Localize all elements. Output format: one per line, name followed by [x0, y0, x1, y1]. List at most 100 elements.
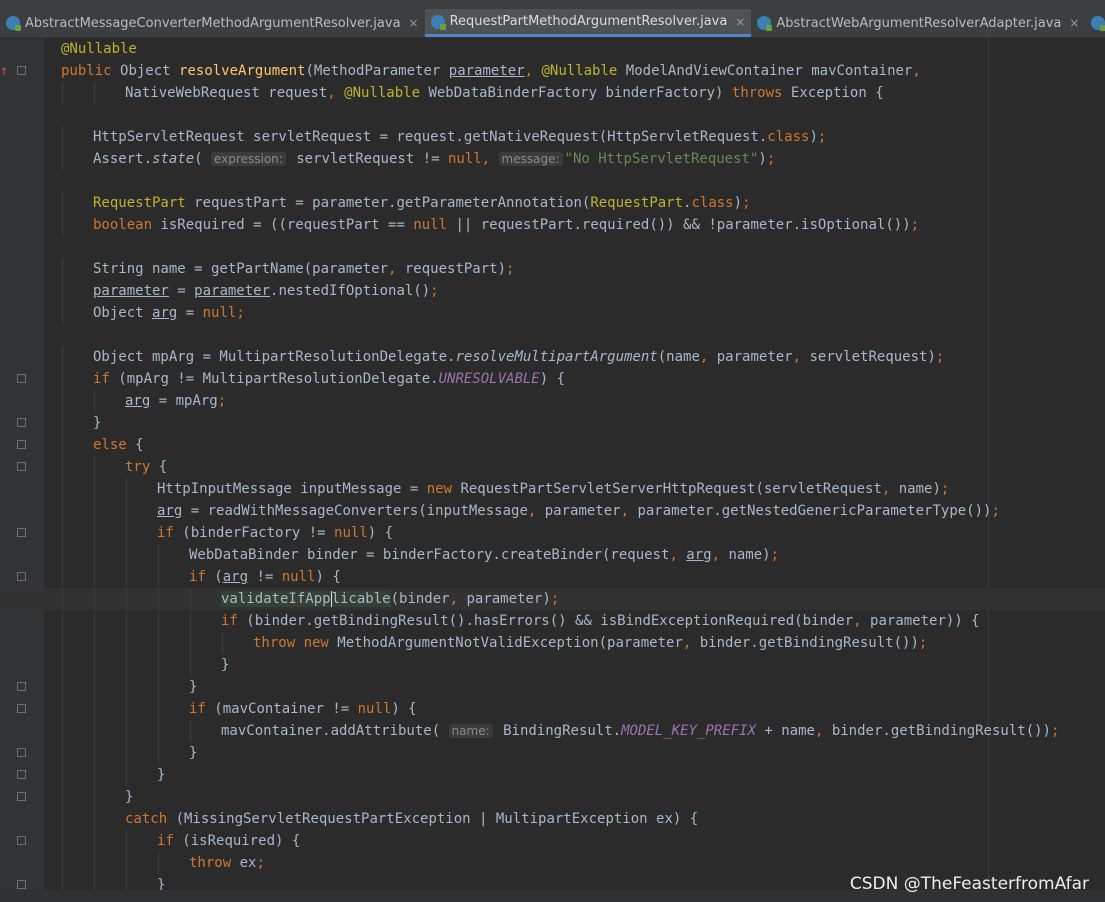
- code-line[interactable]: HttpServletRequest servletRequest = requ…: [0, 126, 1105, 148]
- code-token: }: [221, 657, 230, 673]
- code-line[interactable]: throw new MethodArgumentNotValidExceptio…: [0, 632, 1105, 654]
- indent-guide: [126, 720, 127, 742]
- code-line[interactable]: catch (MissingServletRequestPartExceptio…: [0, 808, 1105, 830]
- editor-tab[interactable]: AbstractNamedVa×: [1085, 9, 1105, 37]
- fold-toggle-icon[interactable]: [17, 440, 26, 449]
- code-line[interactable]: [0, 236, 1105, 258]
- indent-guide: [126, 632, 127, 654]
- indent-guide: [62, 148, 63, 170]
- fold-toggle-icon[interactable]: [17, 374, 26, 383]
- code-line[interactable]: }: [0, 742, 1105, 764]
- fold-toggle-icon[interactable]: [17, 770, 26, 779]
- code-editor[interactable]: @Nullable ↑ public Object resolveArgument(…: [0, 38, 1105, 890]
- code-token: = readWithMessageConverters(inputMessage: [182, 503, 528, 519]
- editor-tab[interactable]: RequestPartMethodArgumentResolver.java ×: [424, 9, 752, 37]
- indent-guide: [62, 610, 63, 632]
- watermark-text: CSDN @TheFeasterfromAfar: [849, 874, 1089, 894]
- indent-guide: [62, 632, 63, 654]
- indent-guide: [62, 456, 63, 478]
- close-icon[interactable]: ×: [735, 15, 745, 29]
- code-text: }: [221, 654, 229, 676]
- code-token: (MethodParameter: [305, 63, 449, 79]
- java-class-icon: [1091, 16, 1105, 31]
- code-line[interactable]: NativeWebRequest request, @Nullable WebD…: [0, 82, 1105, 104]
- code-token: arg: [157, 503, 183, 519]
- code-line[interactable]: arg = mpArg;: [0, 390, 1105, 412]
- code-line[interactable]: Object arg = null;: [0, 302, 1105, 324]
- code-token: ;: [770, 547, 780, 563]
- code-line[interactable]: RequestPart requestPart = parameter.getP…: [0, 192, 1105, 214]
- indent-guide: [62, 280, 63, 302]
- code-line[interactable]: }: [0, 676, 1105, 698]
- fold-toggle-icon[interactable]: [17, 572, 26, 581]
- code-text: public Object resolveArgument(MethodPara…: [61, 60, 921, 82]
- code-line[interactable]: [0, 170, 1105, 192]
- indent-guide: [94, 588, 95, 610]
- code-text: parameter = parameter.nestedIfOptional()…: [93, 280, 439, 302]
- indent-guide: [94, 852, 95, 874]
- override-marker-icon[interactable]: ↑: [0, 60, 8, 82]
- code-token: }: [189, 679, 198, 695]
- code-line[interactable]: [0, 104, 1105, 126]
- code-line[interactable]: if (mpArg != MultipartResolutionDelegate…: [0, 368, 1105, 390]
- fold-toggle-icon[interactable]: [17, 66, 26, 75]
- code-token: Object: [93, 305, 153, 321]
- code-line[interactable]: }: [0, 786, 1105, 808]
- code-token: binder.getBindingResult()): [699, 635, 919, 651]
- fold-toggle-icon[interactable]: [17, 836, 26, 845]
- indent-guide: [94, 654, 95, 676]
- code-line[interactable]: }: [0, 764, 1105, 786]
- code-text: if (mavContainer != null) {: [189, 698, 417, 720]
- code-line[interactable]: Assert.state( expression: servletRequest…: [0, 148, 1105, 170]
- fold-toggle-icon[interactable]: [17, 528, 26, 537]
- code-line[interactable]: if (isRequired) {: [0, 830, 1105, 852]
- fold-toggle-icon[interactable]: [17, 682, 26, 691]
- code-line[interactable]: @Nullable: [0, 38, 1105, 60]
- code-text: HttpServletRequest servletRequest = requ…: [93, 126, 826, 148]
- code-line[interactable]: arg = readWithMessageConverters(inputMes…: [0, 500, 1105, 522]
- editor-tab[interactable]: AbstractMessageConverterMethodArgumentRe…: [0, 9, 425, 37]
- code-line[interactable]: boolean isRequired = ((requestPart == nu…: [0, 214, 1105, 236]
- code-line[interactable]: if (binder.getBindingResult().hasErrors(…: [0, 610, 1105, 632]
- code-line[interactable]: [0, 324, 1105, 346]
- code-line[interactable]: HttpInputMessage inputMessage = new Requ…: [0, 478, 1105, 500]
- close-icon[interactable]: ×: [1069, 16, 1079, 30]
- fold-toggle-icon[interactable]: [17, 792, 26, 801]
- code-line[interactable]: if (mavContainer != null) {: [0, 698, 1105, 720]
- code-line[interactable]: validateIfApplicable(binder, parameter);: [0, 588, 1105, 610]
- code-token: parameter: [716, 349, 793, 365]
- indent-guide: [126, 654, 127, 676]
- fold-toggle-icon[interactable]: [17, 704, 26, 713]
- code-line[interactable]: String name = getPartName(parameter, req…: [0, 258, 1105, 280]
- code-line[interactable]: parameter = parameter.nestedIfOptional()…: [0, 280, 1105, 302]
- code-line[interactable]: Object mpArg = MultipartResolutionDelega…: [0, 346, 1105, 368]
- code-line[interactable]: ↑ public Object resolveArgument(MethodPar…: [0, 60, 1105, 82]
- code-line[interactable]: if (binderFactory != null) {: [0, 522, 1105, 544]
- code-token: ) {: [391, 701, 417, 717]
- fold-toggle-icon[interactable]: [17, 418, 26, 427]
- code-line[interactable]: throw ex;: [0, 852, 1105, 874]
- code-line[interactable]: try {: [0, 456, 1105, 478]
- code-line[interactable]: else {: [0, 434, 1105, 456]
- code-line[interactable]: mavContainer.addAttribute( name: Binding…: [0, 720, 1105, 742]
- indent-guide: [62, 588, 63, 610]
- indent-guide: [190, 632, 191, 654]
- close-icon[interactable]: ×: [409, 16, 419, 30]
- code-token: || requestPart.required()) && !parameter…: [455, 217, 911, 233]
- code-token: name): [728, 547, 771, 563]
- fold-toggle-icon[interactable]: [17, 880, 26, 889]
- code-text: boolean isRequired = ((requestPart == nu…: [93, 214, 919, 236]
- fold-toggle-icon[interactable]: [17, 748, 26, 757]
- fold-toggle-icon[interactable]: [17, 462, 26, 471]
- code-text: WebDataBinder binder = binderFactory.cre…: [189, 544, 779, 566]
- code-token: parameter: [448, 63, 525, 79]
- editor-tab[interactable]: AbstractWebArgumentResolverAdapter.java ×: [751, 9, 1085, 37]
- indent-guide: [62, 126, 63, 148]
- code-line[interactable]: WebDataBinder binder = binderFactory.cre…: [0, 544, 1105, 566]
- code-line[interactable]: }: [0, 412, 1105, 434]
- code-token: ,: [711, 547, 729, 563]
- code-line[interactable]: }: [0, 654, 1105, 676]
- code-line[interactable]: if (arg != null) {: [0, 566, 1105, 588]
- code-token: String name = getPartName(parameter: [93, 261, 389, 277]
- code-token: null: [281, 569, 316, 585]
